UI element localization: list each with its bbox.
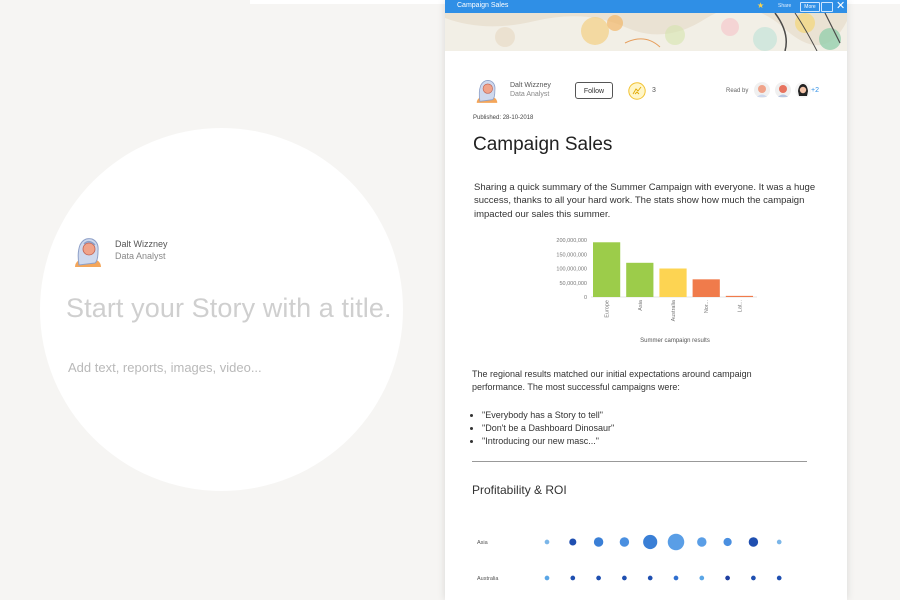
bubble[interactable] — [723, 537, 732, 547]
y-tick-label: 200,000,000 — [556, 238, 587, 244]
story-body-input[interactable]: Add text, reports, images, video... — [68, 360, 262, 375]
author-name: Dalt Wizzney — [115, 239, 168, 249]
x-tick-label: Lat... — [737, 300, 743, 313]
x-tick-label: Australia — [671, 299, 677, 321]
story-title-input[interactable]: Start your Story with a title. — [66, 293, 392, 324]
dinosaur-like-icon[interactable] — [628, 82, 646, 100]
author-role: Data Analyst — [115, 251, 166, 261]
bubble[interactable] — [619, 537, 630, 547]
profitability-bubble-chart[interactable]: Asia Australia — [470, 525, 820, 595]
menu-button[interactable] — [821, 2, 833, 12]
row-label: Asia — [477, 540, 489, 546]
summer-campaign-bar-chart[interactable]: 0 50,000,000 100,000,000 150,000,000 200,000… — [537, 228, 767, 348]
bubble[interactable] — [776, 575, 782, 581]
y-tick-label: 100,000,000 — [556, 267, 587, 273]
intro-paragraph: Sharing a quick summary of the Summer Ca… — [474, 182, 816, 220]
reader-avatar[interactable] — [775, 82, 791, 98]
bubble[interactable] — [673, 575, 679, 581]
reader-avatar[interactable] — [754, 82, 770, 98]
bar[interactable] — [692, 279, 720, 297]
y-tick-label: 50,000,000 — [559, 281, 587, 287]
author-role: Data Analyst — [510, 91, 550, 98]
bubble[interactable] — [667, 533, 685, 551]
bubble[interactable] — [748, 537, 759, 547]
results-paragraph: The regional results matched our initial… — [472, 369, 752, 392]
bubble[interactable] — [569, 538, 577, 546]
bubble[interactable] — [643, 534, 658, 550]
author-avatar — [476, 80, 498, 103]
author-name: Dalt Wizzney — [510, 82, 551, 89]
bubble[interactable] — [699, 575, 705, 581]
reader-avatar[interactable] — [795, 82, 811, 98]
bubble[interactable] — [622, 575, 627, 581]
like-count: 3 — [652, 87, 656, 94]
bar[interactable] — [626, 262, 654, 297]
more-button[interactable]: More — [800, 2, 820, 12]
follow-button[interactable]: Follow — [575, 82, 613, 99]
section-title: Profitability & ROI — [472, 483, 567, 497]
row-label: Australia — [477, 576, 499, 582]
list-item: "Don't be a Dashboard Dinosaur" — [482, 422, 614, 435]
bubble[interactable] — [593, 537, 604, 547]
x-tick-label: Nor... — [704, 300, 710, 314]
readers-more-link[interactable]: +2 — [811, 87, 819, 94]
bubble[interactable] — [776, 539, 782, 545]
bubble[interactable] — [697, 537, 707, 547]
window-title: Campaign Sales — [457, 2, 509, 9]
y-tick-label: 0 — [584, 295, 587, 301]
author-avatar — [75, 238, 101, 267]
bubble[interactable] — [596, 575, 601, 581]
story-title: Campaign Sales — [473, 134, 613, 155]
bubble[interactable] — [725, 575, 730, 581]
campaign-list: "Everybody has a Story to tell" "Don't b… — [472, 409, 614, 448]
x-tick-label: Asia — [638, 299, 644, 311]
list-item: "Introducing our new masc..." — [482, 435, 614, 448]
bubble[interactable] — [647, 575, 653, 581]
y-tick-label: 150,000,000 — [556, 252, 587, 258]
bubble[interactable] — [544, 575, 550, 581]
bubble[interactable] — [544, 539, 550, 545]
section-divider — [472, 461, 807, 462]
list-item: "Everybody has a Story to tell" — [482, 409, 614, 422]
bubble[interactable] — [751, 575, 756, 581]
close-icon[interactable]: ✕ — [836, 0, 845, 12]
bubble[interactable] — [570, 575, 576, 581]
share-button[interactable]: Share — [778, 3, 791, 9]
published-date: Published: 28-10-2018 — [473, 115, 534, 121]
read-by-label: Read by — [726, 88, 749, 94]
bar[interactable] — [659, 268, 687, 298]
story-panel: Campaign Sales ★ Share More ✕ Dalt Wizzn… — [445, 0, 847, 600]
story-banner-image — [445, 13, 847, 51]
x-tick-label: Europe — [605, 300, 611, 318]
bar[interactable] — [725, 295, 754, 297]
x-axis-label: Summer campaign results — [640, 338, 710, 344]
bar[interactable] — [593, 242, 621, 297]
star-icon[interactable]: ★ — [757, 1, 764, 11]
window-titlebar: Campaign Sales ★ Share More ✕ — [445, 0, 847, 13]
